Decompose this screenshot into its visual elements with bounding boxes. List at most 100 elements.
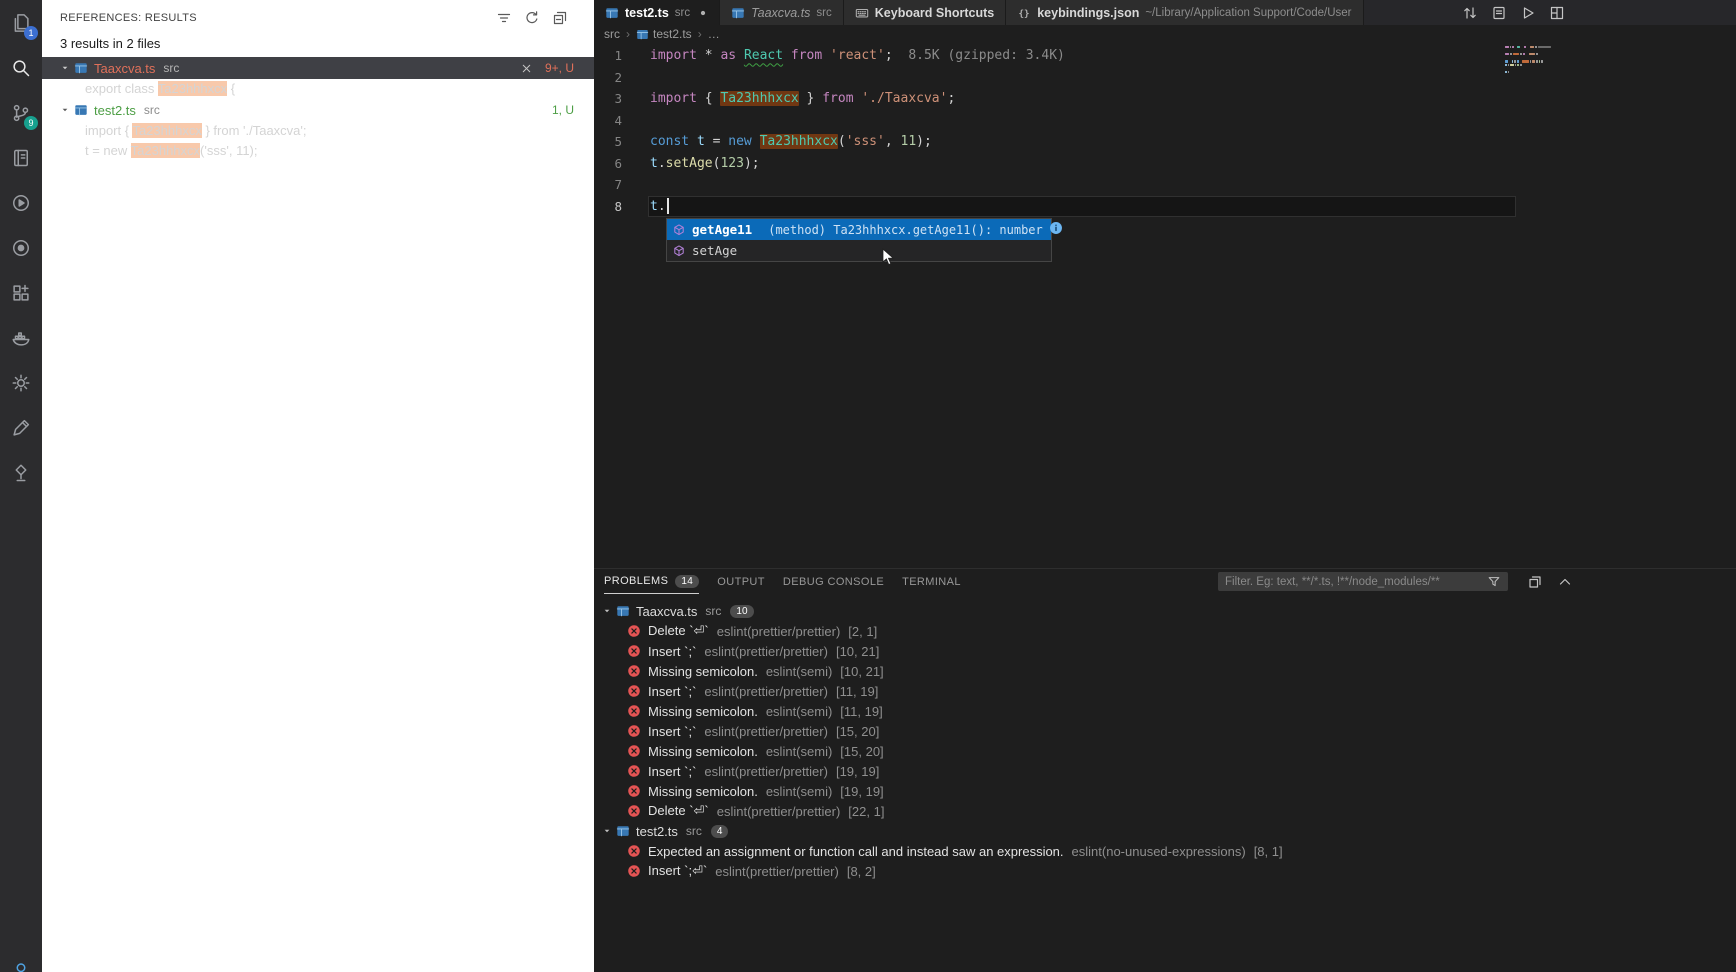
problem-row[interactable]: Insert `;` eslint(prettier/prettier) [19, … [594, 761, 1736, 781]
code-line[interactable]: 8 t. [594, 195, 1736, 218]
breadcrumb-item[interactable]: test2.ts [636, 27, 692, 41]
editor-layout-icon[interactable] [1549, 5, 1565, 21]
activity-item-live-share[interactable] [0, 225, 42, 270]
reference-match[interactable]: export class Ta23hhhxcx { [42, 79, 594, 99]
gear-icon [11, 373, 31, 393]
close-icon[interactable] [520, 62, 533, 75]
problem-source: eslint(prettier/prettier) [704, 723, 828, 739]
activity-item-source-control[interactable]: 9 [0, 90, 42, 135]
problem-row[interactable]: Delete `⏎` eslint(prettier/prettier) [22, … [594, 801, 1736, 821]
restore-panel-icon[interactable] [1527, 574, 1543, 590]
filter-list-icon[interactable] [496, 10, 512, 26]
panel-header: PROBLEMS 14 OUTPUT DEBUG CONSOLE TERMINAL [594, 569, 1736, 594]
code-token: ( [837, 134, 846, 150]
problem-source: eslint(prettier/prettier) [704, 683, 828, 699]
collapse-all-icon[interactable] [552, 10, 568, 26]
minimap-segment [1505, 71, 1507, 74]
tab-keybindings-json[interactable]: {} keybindings.json ~/Library/Application … [1006, 0, 1364, 25]
activity-item-design[interactable] [0, 405, 42, 450]
suggest-item[interactable]: getAge11 (method) Ta23hhhxcx.getAge11(): … [667, 219, 1062, 240]
problem-row[interactable]: Missing semicolon. eslint(semi) [10, 21] [594, 661, 1736, 681]
panel-tab-debug-console[interactable]: DEBUG CONSOLE [783, 569, 884, 594]
code-line[interactable]: 2 [594, 67, 1736, 89]
reference-file-row[interactable]: test2.ts src 1, U [42, 99, 594, 121]
problem-row[interactable]: Expected an assignment or function call … [594, 841, 1736, 861]
activity-item-notebook[interactable] [0, 135, 42, 180]
breadcrumb-item[interactable]: src [604, 27, 620, 41]
problems-file-row[interactable]: test2.ts src 4 [594, 821, 1736, 841]
activity-item-docker[interactable] [0, 315, 42, 360]
suggest-info[interactable] [1049, 221, 1063, 238]
code-line[interactable]: 3 import { Ta23hhhxcx } from './Taaxcva'; [594, 88, 1736, 110]
ts-file-icon [616, 824, 630, 838]
tab-taaxcva-ts[interactable]: Taaxcva.ts src [720, 0, 844, 25]
code-text: t. [650, 198, 669, 215]
problem-row[interactable]: Delete `⏎` eslint(prettier/prettier) [2, 1… [594, 621, 1736, 641]
code-line[interactable]: 1 import * as React from 'react'; 8.5K (g… [594, 45, 1736, 67]
activity-item-search[interactable] [0, 45, 42, 90]
problem-message: Insert `;` [648, 763, 697, 779]
panel-tab-terminal[interactable]: TERMINAL [902, 569, 961, 594]
minimap-segment [1505, 63, 1507, 67]
problem-row[interactable]: Insert `;` eslint(prettier/prettier) [10, … [594, 641, 1736, 661]
activity-item-account[interactable] [0, 961, 42, 972]
code-token: React [743, 48, 784, 64]
open-changes-icon[interactable] [1462, 5, 1478, 21]
line-number: 6 [614, 155, 622, 171]
line-number: 8 [614, 198, 622, 214]
code-token: ; [947, 91, 956, 107]
reference-match[interactable]: import { Ta23hhhxcx } from './Taaxcva'; [42, 121, 594, 141]
tab-keyboard-shortcuts[interactable]: Keyboard Shortcuts [843, 0, 1007, 25]
problems-filter-input[interactable] [1225, 575, 1487, 588]
code-text: import * as React from 'react'; 8.5K (gz… [650, 48, 1065, 63]
minimap-segment [1512, 46, 1514, 49]
tab-test2-ts[interactable]: test2.ts src [594, 0, 721, 25]
error-icon [627, 684, 641, 698]
reference-match[interactable]: t = new Ta23hhhxcx('sss', 11); [42, 141, 594, 161]
activity-badge: 1 [24, 26, 38, 40]
code-token: const [650, 134, 690, 150]
problem-row[interactable]: Missing semicolon. eslint(semi) [11, 19] [594, 701, 1736, 721]
tab-bar: test2.ts src Taaxcva.ts src Keyboard Shortcu… [594, 0, 1736, 25]
activity-item-debug[interactable] [0, 180, 42, 225]
problems-file-row[interactable]: Taaxcva.ts src 10 [594, 601, 1736, 621]
problem-message: Missing semicolon. [648, 783, 758, 799]
breadcrumb-item[interactable]: … [708, 27, 720, 41]
minimap-segment [1535, 46, 1537, 49]
problem-row[interactable]: Missing semicolon. eslint(semi) [19, 19] [594, 781, 1736, 801]
panel-tab-output[interactable]: OUTPUT [717, 569, 765, 594]
code-line[interactable]: 4 [594, 110, 1736, 132]
activity-item-files[interactable]: 1 [0, 0, 42, 45]
notebook-icon [11, 148, 31, 168]
problem-row[interactable]: Insert `;` eslint(prettier/prettier) [11, … [594, 681, 1736, 701]
reference-file-row[interactable]: Taaxcva.ts src 9+, U [42, 57, 594, 79]
code-line[interactable]: 6 t. setAge(123); [594, 153, 1736, 175]
code-line[interactable]: 5 const t = new Ta23hhhxcx('sss', 11); [594, 131, 1736, 153]
open-file-icon[interactable] [1491, 5, 1507, 21]
ts-file-icon [616, 604, 630, 618]
problem-source: eslint(no-unused-expressions) [1071, 843, 1246, 859]
code-token: from [790, 48, 823, 64]
code-token: t [650, 155, 658, 171]
activity-item-extensions[interactable] [0, 270, 42, 315]
file-path: src [163, 61, 180, 75]
problem-row[interactable]: Missing semicolon. eslint(semi) [15, 20] [594, 741, 1736, 761]
minimap-segment [1509, 53, 1512, 56]
refresh-icon[interactable] [524, 10, 540, 26]
ts-file-icon [636, 28, 649, 41]
panel-tab-problems[interactable]: PROBLEMS 14 [604, 569, 700, 594]
minimap-line [1505, 50, 1551, 52]
activity-item-gear[interactable] [0, 360, 42, 405]
chevron-up-icon[interactable] [1557, 574, 1573, 590]
code-line[interactable]: 7 [594, 174, 1736, 196]
problem-row[interactable]: Insert `;` eslint(prettier/prettier) [15, … [594, 721, 1736, 741]
run-code-icon[interactable] [1520, 5, 1536, 21]
debug-icon [11, 193, 31, 213]
suggest-item[interactable]: setAge [667, 240, 1051, 261]
activity-item-pipeline[interactable] [0, 450, 42, 495]
problem-row[interactable]: Insert `;⏎` eslint(prettier/prettier) [8, … [594, 861, 1736, 881]
ts-file-icon [74, 103, 88, 117]
keyboard-file-icon [855, 6, 869, 20]
minimap[interactable] [1505, 46, 1551, 75]
code-editor[interactable]: 1 import * as React from 'react'; 8.5K (g… [594, 43, 1736, 568]
